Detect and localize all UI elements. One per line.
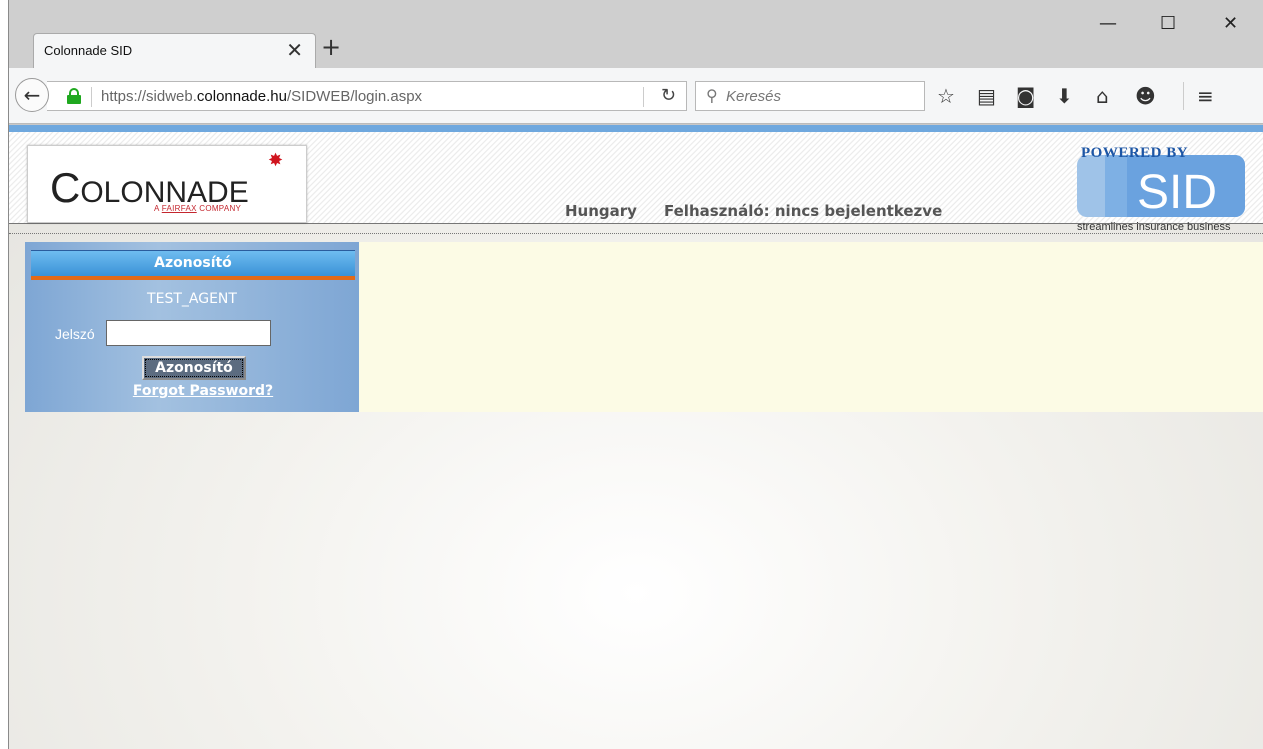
logo-tagline: A FAIRFAX COMPANY <box>154 204 242 213</box>
header-divider <box>9 233 1263 234</box>
url-prefix: https://sidweb. <box>101 88 197 105</box>
login-panel: Azonosító TEST_AGENT Jelszó Azonosító Fo… <box>25 242 359 412</box>
back-button[interactable]: ← <box>15 78 49 112</box>
login-title: Azonosító <box>154 255 232 271</box>
download-icon[interactable]: ⬇ <box>1056 85 1073 107</box>
login-header: Azonosító <box>31 250 355 276</box>
maple-leaf-icon: ✸ <box>268 150 284 171</box>
colonnade-logo[interactable]: COLONNADE ✸ A FAIRFAX COMPANY <box>27 145 307 223</box>
sid-tagline: streamlines insurance business <box>1077 221 1231 233</box>
search-placeholder: Keresés <box>726 88 782 105</box>
url-divider-right <box>643 87 644 107</box>
close-window-icon[interactable]: ✕ <box>1223 14 1238 34</box>
site-header: COLONNADE ✸ A FAIRFAX COMPANY Hungary Fe… <box>9 132 1263 233</box>
forgot-password-link[interactable]: Forgot Password? <box>25 383 359 399</box>
tab-close-icon[interactable]: ✕ <box>286 40 303 60</box>
powered-by-sid-logo: SID POWERED BY streamlines insurance bus… <box>1077 145 1257 233</box>
sid-badge: SID <box>1077 155 1245 217</box>
navigation-bar: https://sidweb.colonnade.hu/SIDWEB/login… <box>9 68 1263 124</box>
toolbar-divider <box>1183 82 1184 110</box>
menu-hamburger-icon[interactable]: ≡ <box>1197 85 1214 107</box>
tab-title: Colonnade SID <box>44 43 133 58</box>
maximize-icon[interactable]: ☐ <box>1160 14 1176 34</box>
login-username: TEST_AGENT <box>147 291 237 307</box>
tab-colonnade-sid[interactable]: Colonnade SID ✕ <box>33 33 316 69</box>
pocket-icon[interactable]: ◙ <box>1016 85 1035 107</box>
reader-list-icon[interactable]: ▤ <box>977 85 996 107</box>
back-arrow-icon: ← <box>23 83 41 107</box>
url-path: /SIDWEB/login.aspx <box>286 88 423 105</box>
new-tab-icon[interactable]: + <box>321 34 341 60</box>
powered-by-label: POWERED BY <box>1081 145 1189 161</box>
search-icon: ⚲ <box>706 86 718 105</box>
browser-window: Colonnade SID ✕ + — ☐ ✕ https://sidweb.c… <box>8 0 1263 749</box>
url-bar[interactable]: https://sidweb.colonnade.hu/SIDWEB/login… <box>47 81 687 111</box>
lock-icon[interactable] <box>67 88 81 104</box>
top-accent-strip <box>9 125 1263 132</box>
password-label: Jelszó <box>55 326 95 342</box>
url-text[interactable]: https://sidweb.colonnade.hu/SIDWEB/login… <box>101 88 422 105</box>
title-bar: Colonnade SID ✕ + — ☐ ✕ <box>9 0 1263 69</box>
password-field[interactable] <box>106 320 271 346</box>
hello-chat-icon[interactable]: ☻ <box>1135 85 1156 107</box>
login-button[interactable]: Azonosító <box>142 356 246 380</box>
header-country: Hungary <box>565 202 637 220</box>
login-header-underline <box>31 276 355 280</box>
search-bar[interactable]: ⚲ Keresés <box>695 81 925 111</box>
sid-wordmark: SID <box>1137 166 1218 217</box>
bookmark-star-icon[interactable]: ☆ <box>937 85 955 107</box>
reload-icon[interactable]: ↻ <box>661 85 676 106</box>
url-divider <box>91 87 92 107</box>
minimize-icon[interactable]: — <box>1099 14 1117 34</box>
main-content-area <box>359 242 1263 412</box>
page-viewport: COLONNADE ✸ A FAIRFAX COMPANY Hungary Fe… <box>9 125 1263 749</box>
header-user-status: Felhasználó: nincs bejelentkezve <box>664 202 943 220</box>
home-icon[interactable]: ⌂ <box>1096 85 1109 107</box>
url-domain: colonnade.hu <box>196 88 287 105</box>
